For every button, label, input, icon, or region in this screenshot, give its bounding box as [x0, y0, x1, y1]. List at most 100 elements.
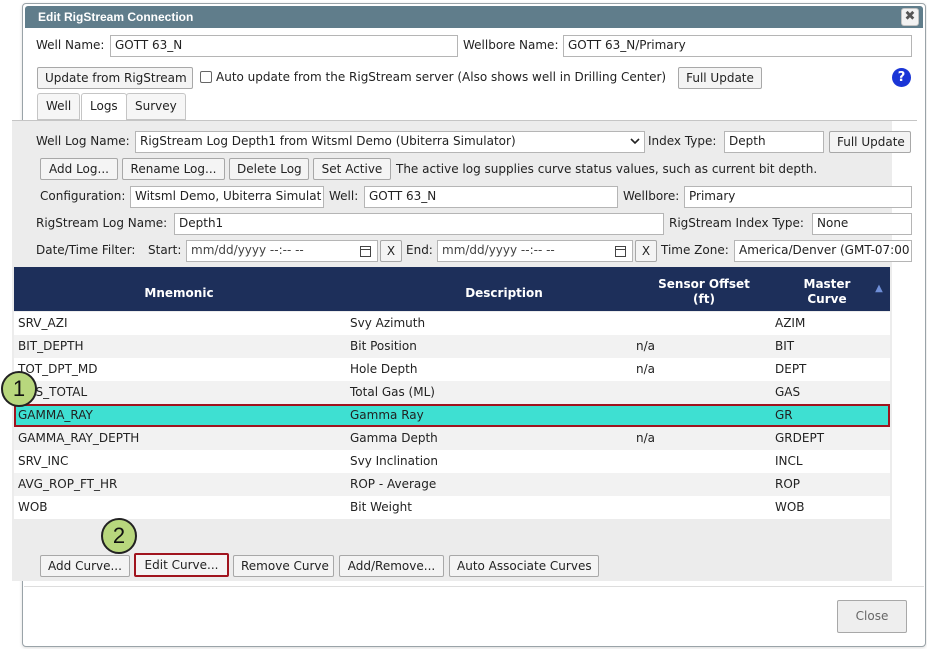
rigstream-index-type-input[interactable]: None [812, 213, 912, 235]
start-label: Start: [148, 243, 182, 257]
clear-end-button[interactable]: X [635, 240, 657, 262]
rename-log-button[interactable]: Rename Log... [122, 158, 225, 180]
configuration-input[interactable]: Witsml Demo, Ubiterra Simulat [130, 186, 324, 208]
cell-mnemonic: GAMMA_RAY_DEPTH [18, 431, 140, 445]
cell-mnemonic: SRV_AZI [18, 316, 68, 330]
active-log-note: The active log supplies curve status val… [396, 162, 818, 176]
well-name-label: Well Name: [36, 38, 105, 52]
rigstream-log-name-label: RigStream Log Name: [36, 216, 168, 230]
end-datetime-input[interactable]: mm/dd/yyyy --:-- -- [437, 240, 633, 262]
cell-description: Bit Weight [350, 500, 412, 514]
end-label: End: [406, 243, 433, 257]
column-sensor-offset[interactable]: Sensor Offset (ft) [654, 277, 754, 307]
start-datetime-input[interactable]: mm/dd/yyyy --:-- -- [186, 240, 378, 262]
column-sensor-offset-line1: Sensor Offset [658, 277, 750, 291]
remove-curve-button[interactable]: Remove Curve [233, 555, 334, 577]
update-from-rigstream-button[interactable]: Update from RigStream [37, 67, 193, 89]
close-button[interactable]: Close [837, 600, 907, 633]
add-curve-button[interactable]: Add Curve... [40, 555, 130, 577]
cell-master-curve: ROP [775, 477, 801, 491]
cell-description: Gamma Ray [350, 408, 424, 422]
cell-mnemonic: SRV_INC [18, 454, 69, 468]
tab-survey[interactable]: Survey [126, 93, 186, 120]
calendar-icon[interactable] [360, 246, 371, 257]
rigstream-index-type-label: RigStream Index Type: [669, 216, 804, 230]
cell-description: Gamma Depth [350, 431, 438, 445]
end-datetime-placeholder: mm/dd/yyyy --:-- -- [442, 243, 555, 257]
table-row[interactable]: GAS_TOTAL Total Gas (ML) GAS [14, 381, 890, 404]
auto-associate-curves-button[interactable]: Auto Associate Curves [449, 555, 599, 577]
chevron-down-icon [630, 138, 640, 145]
delete-log-button[interactable]: Delete Log [229, 158, 309, 180]
table-row[interactable]: BIT_DEPTH Bit Position n/a BIT [14, 335, 890, 358]
tab-well[interactable]: Well [37, 93, 81, 120]
cell-master-curve: AZIM [775, 316, 806, 330]
clear-start-button[interactable]: X [380, 240, 402, 262]
well-log-name-select[interactable]: RigStream Log Depth1 from Witsml Demo (U… [135, 131, 645, 153]
column-master-curve-line1: Master [803, 277, 851, 291]
well-log-name-label: Well Log Name: [36, 134, 130, 148]
column-master-curve-line2: Curve [807, 292, 847, 306]
cell-mnemonic: AVG_ROP_FT_HR [18, 477, 118, 491]
curve-grid-header: Mnemonic Description Sensor Offset (ft) … [14, 267, 890, 311]
dialog-title: Edit RigStream Connection [38, 10, 194, 24]
dialog-titlebar: Edit RigStream Connection ✖ [25, 6, 923, 28]
well-full-update-button[interactable]: Full Update [678, 67, 762, 89]
cell-master-curve: INCL [775, 454, 803, 468]
table-row[interactable]: GAMMA_RAY Gamma Ray GR [14, 404, 890, 427]
cell-description: ROP - Average [350, 477, 437, 491]
close-icon[interactable]: ✖ [901, 8, 919, 26]
well-input[interactable]: GOTT 63_N [364, 186, 618, 208]
callout-marker-2: 2 [101, 518, 137, 554]
edit-curve-button[interactable]: Edit Curve... [134, 553, 229, 577]
cell-mnemonic: WOB [18, 500, 48, 514]
well-name-input[interactable]: GOTT 63_N [110, 35, 458, 57]
add-log-button[interactable]: Add Log... [40, 158, 118, 180]
auto-update-label: Auto update from the RigStream server (A… [216, 70, 667, 84]
cell-sensor-offset: n/a [636, 431, 656, 445]
index-type-label: Index Type: [648, 134, 717, 148]
tab-logs[interactable]: Logs [81, 93, 127, 121]
footer-divider [24, 586, 924, 587]
sort-ascending-icon[interactable]: ▲ [872, 281, 886, 296]
calendar-icon[interactable] [615, 246, 626, 257]
cell-description: Svy Inclination [350, 454, 438, 468]
table-row[interactable]: WOB Bit Weight WOB [14, 496, 890, 519]
cell-description: Hole Depth [350, 362, 418, 376]
well-label: Well: [329, 189, 359, 203]
cell-description: Total Gas (ML) [350, 385, 435, 399]
column-description[interactable]: Description [434, 286, 574, 301]
table-row[interactable]: SRV_INC Svy Inclination INCL [14, 450, 890, 473]
cell-sensor-offset: n/a [636, 362, 656, 376]
table-row[interactable]: SRV_AZI Svy Azimuth AZIM [14, 312, 890, 335]
wellbore-input[interactable]: Primary [684, 186, 912, 208]
log-full-update-button[interactable]: Full Update [829, 131, 911, 153]
cell-master-curve: DEPT [775, 362, 807, 376]
cell-master-curve: WOB [775, 500, 805, 514]
well-log-name-value: RigStream Log Depth1 from Witsml Demo (U… [140, 134, 516, 148]
rigstream-log-name-input[interactable]: Depth1 [174, 213, 664, 235]
set-active-button[interactable]: Set Active [313, 158, 391, 180]
column-mnemonic[interactable]: Mnemonic [114, 286, 244, 301]
wellbore-name-input[interactable]: GOTT 63_N/Primary [563, 35, 912, 57]
cell-mnemonic: BIT_DEPTH [18, 339, 84, 353]
add-remove-curves-button[interactable]: Add/Remove... [339, 555, 444, 577]
cell-description: Svy Azimuth [350, 316, 426, 330]
column-master-curve[interactable]: Master Curve [794, 277, 860, 307]
time-zone-input[interactable]: America/Denver (GMT-07:00 [734, 240, 912, 262]
cell-master-curve: GAS [775, 385, 801, 399]
auto-update-checkbox[interactable] [200, 71, 212, 83]
wellbore-name-label: Wellbore Name: [463, 38, 559, 52]
index-type-input[interactable]: Depth [724, 131, 824, 153]
table-row[interactable]: AVG_ROP_FT_HR ROP - Average ROP [14, 473, 890, 496]
cell-master-curve: BIT [775, 339, 795, 353]
help-icon[interactable]: ? [892, 68, 911, 87]
cell-sensor-offset: n/a [636, 339, 656, 353]
time-zone-label: Time Zone: [661, 243, 729, 257]
table-row[interactable]: GAMMA_RAY_DEPTH Gamma Depth n/a GRDEPT [14, 427, 890, 450]
cell-master-curve: GR [775, 408, 793, 422]
column-sensor-offset-line2: (ft) [693, 292, 715, 306]
table-row[interactable]: TOT_DPT_MD Hole Depth n/a DEPT [14, 358, 890, 381]
cell-mnemonic: GAMMA_RAY [18, 408, 93, 422]
start-datetime-placeholder: mm/dd/yyyy --:-- -- [191, 243, 304, 257]
